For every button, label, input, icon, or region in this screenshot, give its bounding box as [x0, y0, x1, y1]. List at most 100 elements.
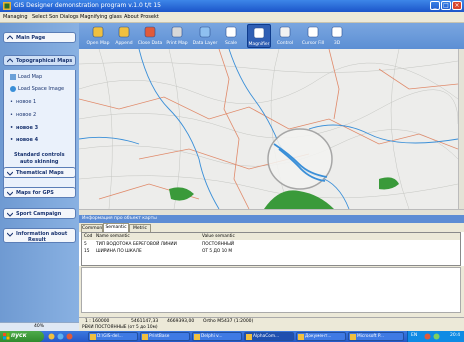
toolbar-button-label: 3D	[333, 41, 341, 46]
close-data-icon	[144, 26, 156, 38]
status-x: 5461147,33	[131, 319, 159, 324]
status-bar: 1 : 160000 5461147,33 4669393,00 Ortho M…	[79, 317, 464, 325]
status-crs: Ortho M5437 (1:2000)	[203, 319, 254, 324]
quick-launch-icon[interactable]	[57, 333, 64, 340]
sidebar-sport-campaign[interactable]: Sport Campaign	[3, 208, 76, 219]
map-canvas	[79, 49, 458, 209]
status-object: РЕКИ ПОСТОЯННЫЕ (от 5 до 10м)	[82, 325, 158, 330]
status-y: 4669393,00	[167, 319, 195, 324]
menu-magnifying-glass[interactable]: Magnifying glass	[80, 14, 122, 20]
toolbar-button-append[interactable]: Append	[111, 24, 137, 48]
app-icon	[90, 334, 96, 340]
table-row[interactable]: 15 ШИРИНА ПО ШКАЛЕ ОТ 5 ДО 10 М	[82, 248, 460, 255]
tray-icon[interactable]	[424, 333, 431, 340]
table-row[interactable]: 5 ТИП ВОДОТОКА БЕРЕГОВОЙ ЛИНИИ ПОСТОЯННЫ…	[82, 241, 460, 248]
toolbar-button-label: Control	[276, 41, 294, 46]
menu-managing[interactable]: Managing	[3, 14, 28, 20]
append-icon	[118, 26, 130, 38]
language-indicator[interactable]: EN	[411, 333, 417, 338]
col-value: Value semantic	[202, 234, 235, 239]
auto-skinning-label: auto skinning	[20, 159, 59, 165]
sidebar-maps-gps[interactable]: Maps for GPS	[3, 187, 76, 198]
bullet-icon: •	[10, 137, 14, 143]
sidebar-progress: 40%	[0, 322, 79, 331]
close-button[interactable]: ×	[452, 1, 462, 10]
tray-icon[interactable]	[433, 333, 440, 340]
toolbar-button-data-layer[interactable]: Data Layer	[191, 24, 219, 48]
bullet-icon: •	[10, 99, 13, 105]
toolbar-button-3d[interactable]: 3D	[327, 24, 347, 48]
taskbar-item[interactable]: D:\GIS-del...	[88, 332, 138, 341]
layers-icon	[199, 26, 211, 38]
col-cod: Cod	[84, 234, 93, 239]
app-icon	[194, 334, 200, 340]
map-vertical-scrollbar[interactable]	[458, 49, 464, 209]
toolbar-button-scale[interactable]: Scale	[219, 24, 243, 48]
tab-metric[interactable]: Metric	[129, 224, 151, 232]
chevron-down-icon	[7, 171, 13, 176]
scale-icon	[225, 26, 237, 38]
toolbar-button-label: Print Map	[166, 41, 188, 46]
chevron-up-icon	[7, 35, 13, 40]
sidebar-info-result[interactable]: Information about Result	[3, 228, 76, 243]
system-tray: EN 20:4	[407, 331, 464, 342]
toolbar-button-open-map[interactable]: Open Map	[85, 24, 111, 48]
chevron-down-icon	[7, 232, 13, 237]
taskbar-item[interactable]: AlphaCom...	[244, 332, 294, 341]
minimize-button[interactable]: _	[430, 1, 440, 10]
sidebar: Main Page Topographical Maps Load Map Lo…	[0, 23, 79, 323]
app-icon	[3, 2, 11, 10]
menu-about[interactable]: About Prosekt	[124, 14, 159, 20]
toolbar-button-magnifier[interactable]: Magnifier	[247, 24, 271, 48]
app-icon	[142, 334, 148, 340]
compass-icon	[279, 26, 291, 38]
semantic-table: Cod Name semantic Value semantic 5 ТИП В…	[81, 232, 461, 266]
cursor-icon	[307, 26, 319, 38]
toolbar-button-close-data[interactable]: Close Data	[137, 24, 163, 48]
toolbar-button-label: Data Layer	[192, 41, 218, 46]
quick-launch-icon[interactable]	[48, 333, 55, 340]
toolbar-button-control[interactable]: Control	[271, 24, 299, 48]
toolbar-button-label: Append	[115, 41, 133, 46]
tab-common[interactable]: Common	[81, 224, 103, 232]
windows-flag-icon	[3, 333, 10, 340]
toolbar-button-print-map[interactable]: Print Map	[163, 24, 191, 48]
sidebar-main-page[interactable]: Main Page	[3, 32, 76, 43]
map-icon	[10, 74, 16, 80]
progress-label: 40%	[34, 324, 45, 329]
toolbar-button-label: Close Data	[137, 41, 163, 46]
map-view[interactable]	[79, 49, 458, 209]
table-header: Cod Name semantic Value semantic	[82, 233, 460, 240]
start-button[interactable]: пуск	[0, 331, 44, 342]
sidebar-main-page-label: Main Page	[16, 35, 46, 41]
toolbar-button-label: Open Map	[86, 41, 110, 46]
window-title: GIS Designer demonstration program v.1.0…	[14, 2, 161, 9]
toolbar-button-label: Magnifier	[248, 42, 270, 47]
maximize-button[interactable]: □	[441, 1, 451, 10]
toolbar-button-label: Cursor Fill	[301, 41, 325, 46]
taskbar-item[interactable]: Microsoft P...	[348, 332, 404, 341]
menu-select-dialogs[interactable]: Select Son Dialogs	[32, 14, 79, 20]
bullet-icon: •	[10, 112, 13, 118]
taskbar: пуск D:\GIS-del... PrintBase Delphi v... Al…	[0, 331, 464, 342]
taskbar-item[interactable]: Delphi v...	[192, 332, 242, 341]
sidebar-topo-maps[interactable]: Topographical Maps	[3, 55, 76, 66]
clock: 20:4	[450, 333, 461, 338]
info-header: Информация про объект карты	[79, 215, 464, 223]
quick-launch-icon[interactable]	[66, 333, 73, 340]
standard-controls-label: Standard controls	[14, 152, 65, 158]
app-icon	[246, 334, 252, 340]
chevron-down-icon	[7, 191, 13, 196]
col-name: Name semantic	[96, 234, 130, 239]
app-icon	[350, 334, 356, 340]
toolbar-button-label: Scale	[224, 41, 238, 46]
sidebar-topo-maps-label: Topographical Maps	[16, 58, 73, 64]
sidebar-thematical-maps[interactable]: Thematical Maps	[3, 167, 76, 178]
globe-icon	[10, 86, 16, 92]
taskbar-item[interactable]: Документ...	[296, 332, 346, 341]
taskbar-item[interactable]: PrintBase	[140, 332, 190, 341]
lower-pane-content	[81, 267, 461, 313]
chevron-down-icon	[7, 212, 13, 217]
tab-semantic[interactable]: Semantic	[103, 223, 129, 232]
toolbar-button-cursor-fill[interactable]: Cursor Fill	[299, 24, 327, 48]
